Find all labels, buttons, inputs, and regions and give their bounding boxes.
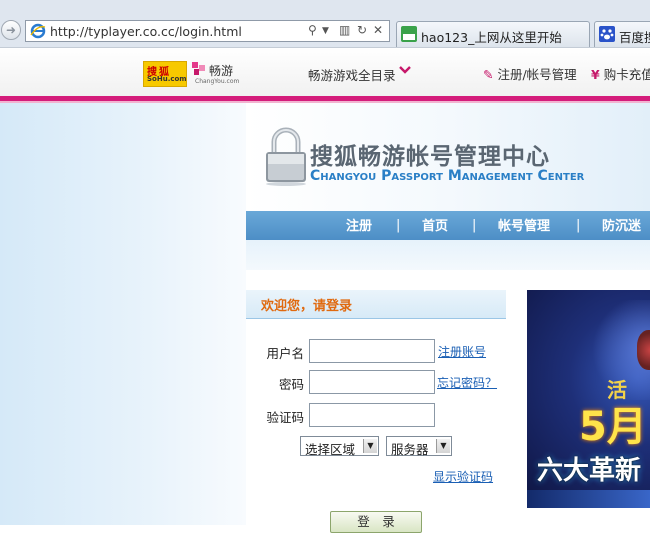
left-panel — [0, 103, 246, 525]
compat-view-icon[interactable]: ▥ — [339, 23, 350, 37]
nav-separator: | — [576, 218, 581, 233]
banner-strip — [527, 490, 650, 508]
forgot-password-link[interactable]: 忘记密码？ — [437, 374, 497, 391]
back-arrow-icon[interactable]: ➜ — [1, 20, 21, 40]
buy-card-link[interactable]: ¥ 购卡充值 — [591, 64, 650, 83]
banner-text: 5月 — [579, 404, 647, 450]
nav-separator: | — [472, 218, 477, 233]
nav-account-manage[interactable]: 帐号管理 — [498, 215, 550, 234]
nav-band — [246, 240, 650, 270]
region-select[interactable]: 选择区域 ▼ — [300, 436, 379, 457]
search-icon[interactable]: ⚲ — [308, 23, 317, 37]
edit-icon: ✎ — [483, 67, 494, 82]
server-select[interactable]: 服务器 ▼ — [386, 436, 452, 457]
banner-emblem — [637, 330, 650, 370]
main-nav: 注册 | 首页 | 帐号管理 | 防沉迷 — [246, 211, 650, 240]
browser-chrome: ➜ http://typlayer.co.cc/login.html ⚲ ▼ ▥… — [0, 0, 650, 48]
password-field[interactable] — [309, 370, 435, 394]
nav-home[interactable]: 首页 — [422, 215, 448, 234]
yen-icon: ¥ — [591, 67, 600, 82]
tab-label: hao123_上网从这里开始 — [421, 30, 562, 45]
captcha-field[interactable] — [309, 403, 435, 427]
nav-register[interactable]: 注册 — [346, 215, 372, 234]
captcha-label: 验证码 — [266, 410, 304, 425]
changyou-mark-icon — [192, 62, 205, 75]
url-text[interactable]: http://typlayer.co.cc/login.html — [50, 24, 242, 39]
tab-hao123[interactable]: hao123_上网从这里开始 — [396, 21, 590, 47]
nav-separator: | — [396, 218, 401, 233]
sohu-logo[interactable]: 搜狐 SoHu.com — [143, 61, 187, 87]
changyou-logo[interactable]: 畅游 ChangYou.com — [192, 60, 242, 88]
nav-anti-addiction[interactable]: 防沉迷 — [602, 215, 641, 234]
chevron-down-icon[interactable]: ▼ — [322, 26, 329, 36]
ie-icon — [30, 23, 46, 39]
game-catalog-link[interactable]: 畅游游戏全目录 — [308, 65, 396, 84]
tab-baidu[interactable]: 百度搜 — [594, 21, 650, 47]
stop-icon[interactable]: ✕ — [373, 23, 383, 37]
lock-icon — [266, 127, 306, 186]
page-subtitle: Changyou Passport Management Center — [310, 168, 585, 184]
baidu-paw-icon — [599, 26, 615, 42]
refresh-icon[interactable]: ↻ — [357, 23, 367, 37]
show-captcha-link[interactable]: 显示验证码 — [433, 468, 493, 485]
login-button[interactable]: 登 录 — [330, 511, 422, 533]
page-title: 搜狐畅游帐号管理中心 — [310, 144, 550, 170]
register-manage-link[interactable]: ✎ 注册/帐号管理 — [483, 64, 577, 83]
tab-label: 百度搜 — [619, 30, 650, 45]
hao123-icon — [401, 26, 417, 42]
username-field[interactable] — [309, 339, 435, 363]
banner-text: 六大革新 — [537, 456, 642, 486]
promo-banner[interactable]: 活 5月 六大革新 — [527, 290, 650, 508]
dropdown-arrow-icon: ▼ — [363, 439, 377, 453]
login-title: 欢迎您，请登录 — [261, 299, 353, 314]
password-label: 密码 — [278, 377, 304, 392]
register-account-link[interactable]: 注册账号 — [438, 343, 486, 360]
login-header: 欢迎您，请登录 — [246, 290, 506, 319]
username-label: 用户名 — [266, 346, 304, 361]
login-box: 欢迎您，请登录 用户名 注册账号 密码 忘记密码？ 验证码 选择区域 ▼ 服务器… — [246, 290, 506, 533]
dropdown-arrow-icon: ▼ — [436, 439, 450, 453]
address-bar[interactable]: http://typlayer.co.cc/login.html ⚲ ▼ ▥ ↻… — [25, 20, 390, 42]
chevron-down-icon[interactable] — [399, 63, 411, 77]
